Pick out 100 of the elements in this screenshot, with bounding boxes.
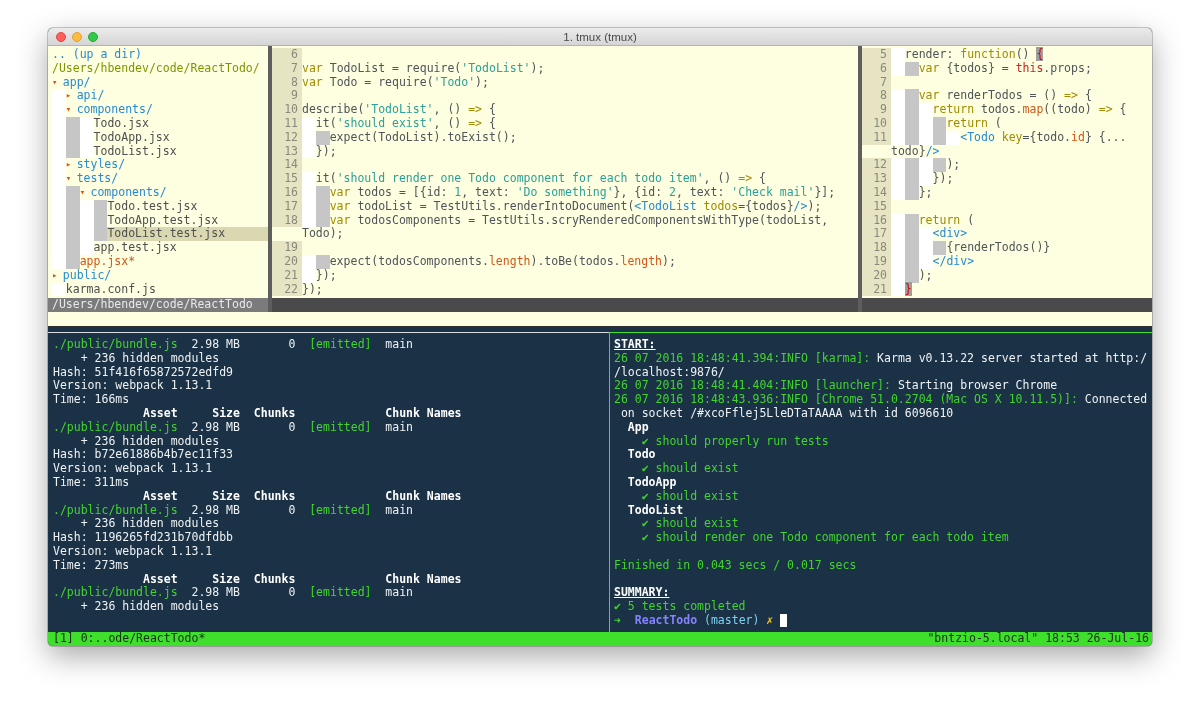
tree-item[interactable]: karma.conf.js: [65, 282, 156, 297]
terminal-line: ✔ should exist: [640, 462, 739, 476]
tree-item[interactable]: tests/: [76, 172, 119, 186]
terminal-line: 26 07 2016 18:48:43.936:INFO [Chrome 51.0.2704 (Mac OS X 10.11.5)]: Connected: [614, 393, 1148, 407]
indent-guide: [52, 282, 66, 297]
disclosure-triangle[interactable]: ▸: [52, 268, 63, 283]
line-number: 18: [862, 241, 891, 255]
indent-guide: [302, 172, 316, 186]
code-line: it('should render one Todo component for each todo item', () => {: [315, 172, 766, 186]
code-line: });: [932, 172, 954, 186]
disclosure-triangle[interactable]: ▾: [65, 103, 77, 117]
tree-item[interactable]: TodoApp.jsx: [93, 130, 170, 145]
code-line: return todos.map((todo) => {: [932, 103, 1127, 117]
code-line: return (: [946, 117, 1002, 131]
tree-item[interactable]: Todo.test.jsx: [107, 199, 198, 214]
tree-item[interactable]: TodoApp.test.jsx: [107, 213, 219, 228]
terminal-line: ./public/bundle.js 2.98 MB 0 [emitted] main: [53, 338, 414, 352]
terminal-line: Asset Size Chunks Chunk Names: [142, 407, 462, 421]
terminal-line: Time: 166ms: [53, 393, 130, 407]
code-line: {renderTodos()}: [946, 241, 1051, 255]
line-number: 12: [862, 158, 891, 173]
indent-guide: [891, 213, 905, 228]
disclosure-triangle[interactable]: ▾: [65, 172, 77, 186]
tree-item[interactable]: components/: [90, 185, 167, 200]
terminal-line: 26 07 2016 18:48:41.394:INFO [karma]: Karma v0.13.22 server started at http:/: [614, 351, 1148, 366]
terminal-line: ./public/bundle.js 2.98 MB 0 [emitted] main: [53, 503, 414, 517]
disclosure-triangle[interactable]: ▸: [65, 89, 77, 104]
code-line: return (: [918, 213, 975, 227]
minimize-button[interactable]: [72, 32, 82, 42]
tree-item[interactable]: TodoList.jsx: [93, 144, 177, 159]
terminal-line: Finished in 0.043 secs / 0.017 secs: [614, 558, 857, 573]
terminal-line: Version: webpack 1.13.1: [53, 462, 213, 476]
terminal-line: + 236 hidden modules: [80, 517, 220, 531]
terminal-line: + 236 hidden modules: [79, 600, 220, 614]
terminal-line: /localhost:9876/: [614, 365, 725, 380]
tree-item[interactable]: app/: [62, 75, 91, 90]
indent-guide: [302, 254, 316, 269]
tree-item[interactable]: styles/: [76, 158, 126, 173]
code-line: );: [946, 158, 961, 172]
line-number: 14: [272, 158, 302, 173]
window-list[interactable]: [1] 0:..ode/ReactTodo*: [53, 632, 206, 646]
terminal-line: Version: webpack 1.13.1: [53, 544, 213, 559]
terminal-line: Version: webpack 1.13.1: [53, 379, 213, 393]
code-line: });: [315, 144, 337, 159]
disclosure-triangle[interactable]: ▸: [65, 158, 77, 173]
terminal-line: SUMMARY:: [614, 586, 670, 601]
tree-item[interactable]: public/: [62, 268, 112, 283]
indent-guide: [891, 89, 905, 104]
code-line: );: [918, 268, 933, 283]
terminal-line: Hash: b72e61886b4b7ec11f33: [53, 448, 233, 462]
tree-item[interactable]: app.jsx*: [79, 254, 136, 269]
indent-guide: [302, 117, 316, 131]
line-number: 5: [862, 48, 891, 62]
line-number: 6: [272, 48, 302, 62]
line-number: 10: [272, 103, 302, 117]
terminal-line: ./public/bundle.js 2.98 MB 0 [emitted] main: [53, 420, 414, 435]
terminal-line: + 236 hidden modules: [80, 434, 220, 448]
terminal-line: START:: [614, 338, 656, 352]
code-line: expect(TodoList).toExist();: [329, 130, 517, 145]
terminal-line: Hash: 1196265fd231b70dfdbb: [53, 531, 233, 545]
close-button[interactable]: [56, 32, 66, 42]
code-line: var renderTodos = () => {: [918, 89, 1092, 103]
terminal-line: ✔ 5 tests completed: [614, 600, 746, 614]
code-line: todo}/>: [891, 144, 940, 159]
tree-item[interactable]: app.test.jsx: [93, 241, 177, 255]
code-line: var Todo = require('Todo');: [302, 75, 489, 90]
line-number: 15: [272, 172, 302, 186]
line-number: 9: [862, 103, 891, 117]
terminal-line: TodoApp: [626, 475, 677, 490]
tree-item[interactable]: components/: [76, 103, 153, 117]
zoom-button[interactable]: [88, 32, 98, 42]
indent-guide: [946, 130, 961, 145]
terminal-line: Asset Size Chunks Chunk Names: [142, 572, 462, 586]
terminal-line: ✔ should render one Todo component for each todo item: [640, 531, 1009, 545]
code-line: render: function() {: [904, 48, 1044, 62]
code-line: Todo);: [302, 227, 344, 242]
terminal-line: 26 07 2016 18:48:41.404:INFO [launcher]: Starting browser Chrome: [614, 379, 1058, 393]
disclosure-triangle[interactable]: ▾: [52, 75, 63, 90]
terminal-line: Todo: [626, 448, 656, 463]
tree-item[interactable]: TodoList.test.jsx: [107, 227, 268, 242]
code-line: });: [302, 282, 323, 297]
code-line: var {todos} = this.props;: [918, 61, 1092, 76]
line-number: 19: [272, 241, 302, 255]
terminal-line: on socket /#xcoFflej5LleDTaTAAAA with id 6096610: [619, 407, 954, 421]
terminal-line: ✔ should exist: [640, 517, 739, 531]
tree-root-path: /Users/hbendev/code/ReactTodo/: [52, 61, 260, 76]
line-number: 13: [862, 172, 891, 186]
terminal-line: Asset Size Chunks Chunk Names: [142, 489, 462, 504]
code-line: var todosComponents = TestUtils.scryRenderedComponentsWithType(todoList,: [329, 213, 829, 227]
code-line: });: [315, 268, 337, 283]
line-number: 9: [272, 89, 302, 104]
disclosure-triangle[interactable]: ▾: [79, 185, 91, 200]
terminal-line: ./public/bundle.js 2.98 MB 0 [emitted] main: [53, 586, 414, 600]
terminal-line: ✔ should exist: [641, 489, 739, 504]
parent-dir-link[interactable]: .. (up a dir): [52, 48, 142, 62]
tree-item[interactable]: api/: [76, 89, 105, 104]
tree-item[interactable]: Todo.jsx: [93, 117, 149, 131]
indent-guide: [52, 89, 66, 104]
code-line: var todos = [{id: 1, text: 'Do something'}, {id: 2, text: 'Check mail'}];: [329, 185, 836, 200]
code-line: var TodoList = require('TodoList');: [302, 61, 545, 76]
